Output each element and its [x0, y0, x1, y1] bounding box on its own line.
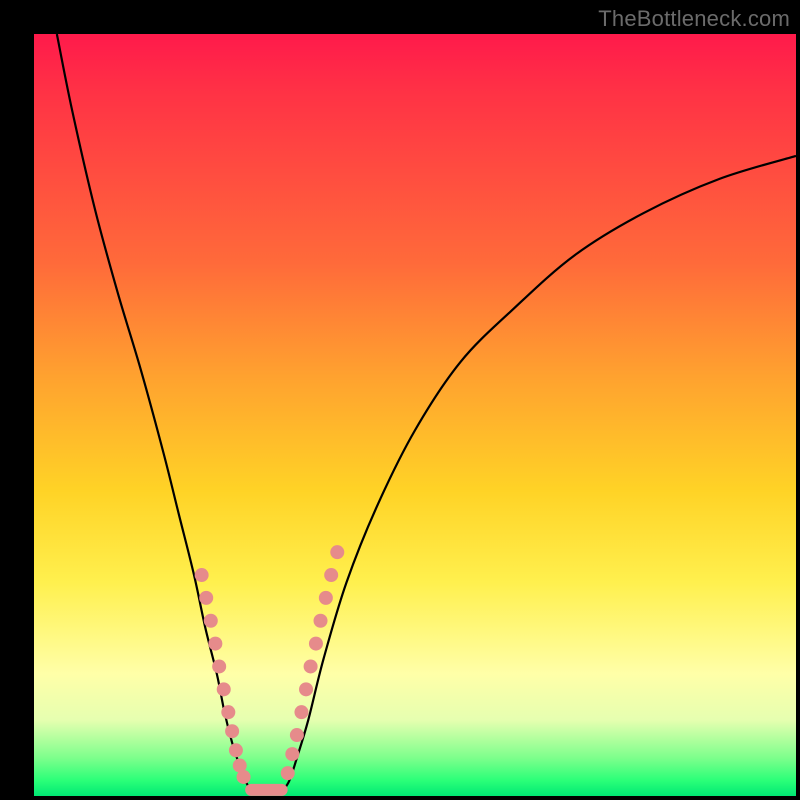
left-dot-cluster [195, 568, 251, 784]
data-dot [208, 637, 222, 651]
data-dot [281, 766, 295, 780]
data-dot [294, 705, 308, 719]
data-dot [304, 659, 318, 673]
data-dot [309, 637, 323, 651]
watermark-text: TheBottleneck.com [598, 6, 790, 32]
data-dot [229, 743, 243, 757]
right-dot-cluster [281, 545, 345, 780]
data-dot [221, 705, 235, 719]
data-dot [225, 724, 239, 738]
data-dot [314, 614, 328, 628]
data-dot [212, 659, 226, 673]
data-dot [319, 591, 333, 605]
data-dot [290, 728, 304, 742]
data-dot [195, 568, 209, 582]
data-dot [199, 591, 213, 605]
data-dot [204, 614, 218, 628]
data-dot [324, 568, 338, 582]
data-dot [285, 747, 299, 761]
data-dot [217, 682, 231, 696]
data-dot [237, 770, 251, 784]
curve-layer [34, 34, 796, 796]
chart-frame: TheBottleneck.com [0, 0, 800, 800]
data-dot [330, 545, 344, 559]
plot-area [34, 34, 796, 796]
right-curve [282, 156, 796, 792]
data-dot [299, 682, 313, 696]
left-curve [57, 34, 255, 792]
